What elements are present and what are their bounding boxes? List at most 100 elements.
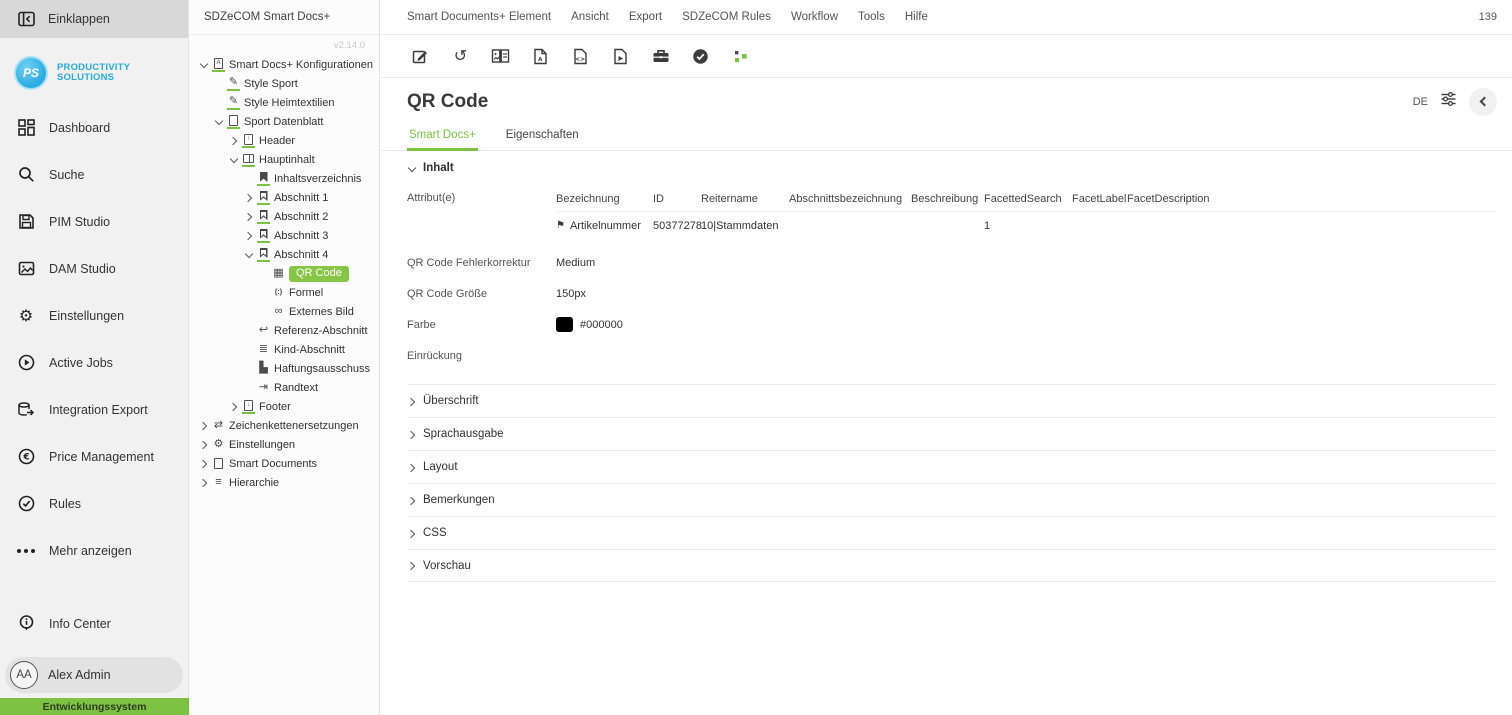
sidebar-item-suche[interactable]: Suche <box>0 151 188 198</box>
run-document-icon[interactable] <box>607 45 634 67</box>
menu-ansicht[interactable]: Ansicht <box>571 11 609 23</box>
chevron-down-icon[interactable] <box>214 116 225 127</box>
child-section-icon: ≣ <box>257 343 270 356</box>
tree-item-externes-bild[interactable]: ∞Externes Bild <box>189 302 379 321</box>
chevron-spacer <box>244 344 255 355</box>
svg-text:€: € <box>22 453 29 463</box>
export-pdf-icon[interactable]: A <box>527 45 554 67</box>
edit-icon[interactable] <box>407 45 434 67</box>
refresh-icon[interactable]: ↺ <box>447 45 474 67</box>
validate-icon[interactable] <box>687 45 714 67</box>
qr-fehlerkorrektur-value[interactable]: Medium <box>556 257 595 269</box>
sidebar-item-info-center[interactable]: Info Center <box>0 600 188 647</box>
tree-item-formel[interactable]: {:}Formel <box>189 283 379 302</box>
tree-item-inhaltsverzeichnis[interactable]: Inhaltsverzeichnis <box>189 169 379 188</box>
sidebar-item-rules[interactable]: Rules <box>0 480 188 527</box>
title-row: QR Code DE <box>381 78 1512 125</box>
sidebar-item-price-management[interactable]: € Price Management <box>0 433 188 480</box>
tab-eigenschaften[interactable]: Eigenschaften <box>504 125 581 151</box>
tree-item-abschnitt-3[interactable]: Abschnitt 3 <box>189 226 379 245</box>
display-options-icon[interactable] <box>1440 91 1457 112</box>
section-vorschau[interactable]: Vorschau <box>407 549 1497 582</box>
sidebar-item-active-jobs[interactable]: Active Jobs <box>0 339 188 386</box>
qr-groesse-value[interactable]: 150px <box>556 288 586 300</box>
sidebar-item-integration-export[interactable]: Integration Export <box>0 386 188 433</box>
tree-item-einstellungen[interactable]: ⚙Einstellungen <box>189 435 379 454</box>
chevron-right-icon[interactable] <box>199 420 210 431</box>
tree-item-label: Abschnitt 4 <box>274 249 328 261</box>
form-content: Inhalt Attribut(e) Bezeichnung ID Reiter… <box>381 151 1512 582</box>
chevron-right-icon[interactable] <box>229 135 240 146</box>
tree-item-label: Footer <box>259 401 291 413</box>
sidebar-item-dashboard[interactable]: Dashboard <box>0 104 188 151</box>
section-css[interactable]: CSS <box>407 516 1497 549</box>
section-layout[interactable]: Layout <box>407 450 1497 483</box>
tree-item-smart-documents[interactable]: Smart Documents <box>189 454 379 473</box>
chevron-right-icon[interactable] <box>199 477 210 488</box>
language-selector[interactable]: DE <box>1413 96 1428 108</box>
collapse-sidebar-button[interactable]: Einklappen <box>0 0 188 38</box>
preview-book-icon[interactable] <box>487 45 514 67</box>
euro-circle-icon: € <box>17 448 35 466</box>
chevron-right-icon[interactable] <box>199 439 210 450</box>
bookmark-outline-icon <box>257 248 270 262</box>
col-facetdescription: FacetDescription <box>1127 193 1227 205</box>
menu-export[interactable]: Export <box>629 11 662 23</box>
export-code-icon[interactable]: <> <box>567 45 594 67</box>
tree-item-footer[interactable]: ↓Footer <box>189 397 379 416</box>
tree-item-abschnitt-4[interactable]: Abschnitt 4 <box>189 245 379 264</box>
user-menu[interactable]: AA Alex Admin <box>5 657 183 693</box>
sidebar-item-dam-studio[interactable]: DAM Studio <box>0 245 188 292</box>
section-ueberschrift[interactable]: Überschrift <box>407 384 1497 417</box>
tree-panel: SDZeCOM Smart Docs+ v2.14.0 ASmart Docs+… <box>189 0 380 715</box>
chevron-right-icon[interactable] <box>229 401 240 412</box>
tree-item-abschnitt-2[interactable]: Abschnitt 2 <box>189 207 379 226</box>
sidebar-item-pim-studio[interactable]: PIM Studio <box>0 198 188 245</box>
chevron-right-icon <box>407 561 417 571</box>
tree-item-style-sport[interactable]: ✎Style Sport <box>189 74 379 93</box>
section-sprachausgabe[interactable]: Sprachausgabe <box>407 417 1497 450</box>
structure-icon[interactable] <box>727 45 754 67</box>
chevron-spacer <box>259 287 270 298</box>
chevron-right-icon[interactable] <box>199 458 210 469</box>
tree-item-hierarchie[interactable]: ≡Hierarchie <box>189 473 379 492</box>
tree-item-hauptinhalt[interactable]: Hauptinhalt <box>189 150 379 169</box>
section-inhalt-header[interactable]: Inhalt <box>407 151 1497 184</box>
section-bemerkungen[interactable]: Bemerkungen <box>407 483 1497 516</box>
menu-tools[interactable]: Tools <box>858 11 885 23</box>
chevron-right-icon <box>407 429 417 439</box>
chevron-down-icon[interactable] <box>244 249 255 260</box>
tree-item-haftungsausschuss[interactable]: ▙Haftungsausschuss <box>189 359 379 378</box>
chevron-down-icon[interactable] <box>199 59 210 70</box>
tree-item-referenz-abschnitt[interactable]: ↩Referenz-Abschnitt <box>189 321 379 340</box>
menu-hilfe[interactable]: Hilfe <box>905 11 928 23</box>
tree-item-sport-datenblatt[interactable]: Sport Datenblatt <box>189 112 379 131</box>
tab-smart-docs[interactable]: Smart Docs+ <box>407 125 478 151</box>
tree-item-label: Abschnitt 1 <box>274 192 328 204</box>
tree-item-smart-docs-konfigurationen[interactable]: ASmart Docs+ Konfigurationen <box>189 55 379 74</box>
chevron-right-icon[interactable] <box>244 230 255 241</box>
tree-item-style-heimtextilien[interactable]: ✎Style Heimtextilien <box>189 93 379 112</box>
tree-item-header[interactable]: ↑Header <box>189 131 379 150</box>
chevron-right-icon[interactable] <box>244 192 255 203</box>
attribute-table-row[interactable]: ⚑Artikelnummer 50377278 10|Stammdaten 1 <box>556 212 1495 239</box>
color-swatch[interactable] <box>556 317 573 332</box>
menu-workflow[interactable]: Workflow <box>791 11 838 23</box>
tree: ASmart Docs+ Konfigurationen✎Style Sport… <box>189 53 379 492</box>
tree-item-label: Smart Docs+ Konfigurationen <box>229 59 373 71</box>
sidebar-item-einstellungen[interactable]: ⚙ Einstellungen <box>0 292 188 339</box>
sidebar-item-mehr-anzeigen[interactable]: Mehr anzeigen <box>0 527 188 574</box>
menu-smart-documents-element[interactable]: Smart Documents+ Element <box>407 11 551 23</box>
tree-item-randtext[interactable]: ⇥Randtext <box>189 378 379 397</box>
tree-item-qr-code[interactable]: ▦QR Code <box>189 264 379 283</box>
user-name: Alex Admin <box>48 668 111 682</box>
collapse-detail-button[interactable] <box>1469 88 1497 116</box>
chevron-right-icon[interactable] <box>244 211 255 222</box>
toolbox-icon[interactable] <box>647 45 674 67</box>
tree-item-kind-abschnitt[interactable]: ≣Kind-Abschnitt <box>189 340 379 359</box>
tree-item-zeichenkettenersetzungen[interactable]: ⇄Zeichenkettenersetzungen <box>189 416 379 435</box>
tree-panel-title: SDZeCOM Smart Docs+ <box>189 0 379 35</box>
chevron-down-icon[interactable] <box>229 154 240 165</box>
tree-item-abschnitt-1[interactable]: Abschnitt 1 <box>189 188 379 207</box>
menu-sdzecom-rules[interactable]: SDZeCOM Rules <box>682 11 771 23</box>
